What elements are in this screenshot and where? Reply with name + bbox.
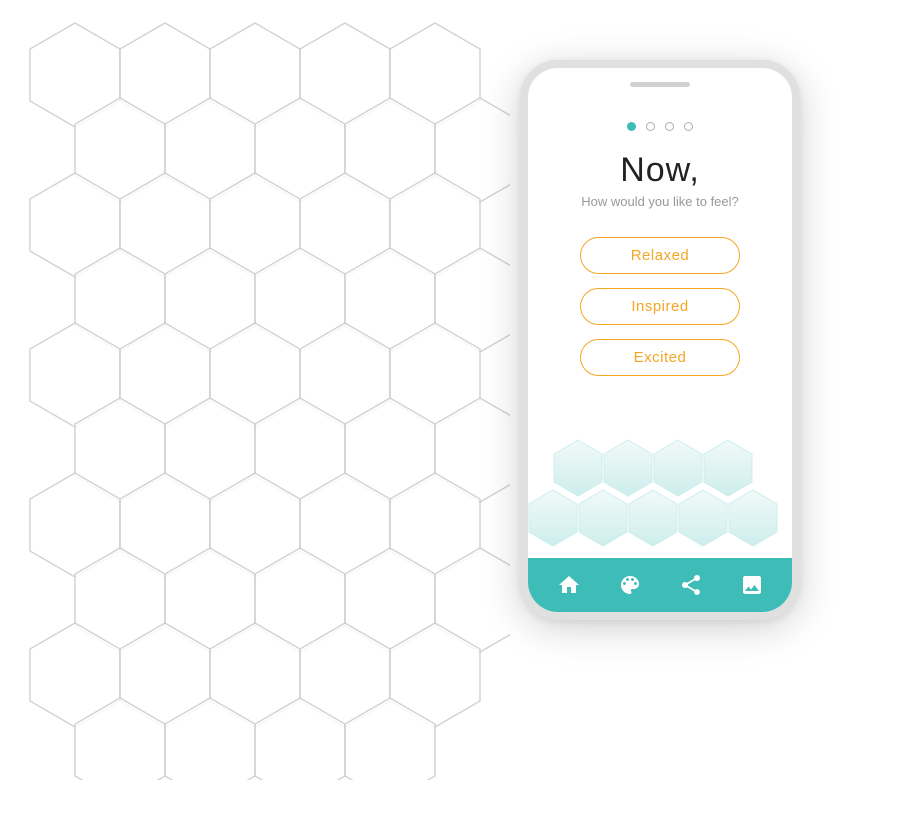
phone-mockup: Now, How would you like to feel? Relaxed… xyxy=(520,60,800,620)
dot-4 xyxy=(684,122,693,131)
tab-bar xyxy=(528,558,792,612)
home-tab[interactable] xyxy=(554,570,584,600)
image-tab[interactable] xyxy=(737,570,767,600)
palette-tab[interactable] xyxy=(615,570,645,600)
screen-hex-decoration xyxy=(528,428,792,558)
inspired-button[interactable]: Inspired xyxy=(580,288,740,325)
hex-mosaic-background xyxy=(20,20,510,785)
excited-button[interactable]: Excited xyxy=(580,339,740,376)
page-indicator xyxy=(528,104,792,141)
relaxed-button[interactable]: Relaxed xyxy=(580,237,740,274)
screen-content: Now, How would you like to feel? Relaxed… xyxy=(528,141,792,428)
screen-title: Now, xyxy=(620,151,700,190)
scene: Now, How would you like to feel? Relaxed… xyxy=(0,0,900,829)
screen-subtitle: How would you like to feel? xyxy=(581,194,739,209)
dot-2 xyxy=(646,122,655,131)
dot-3 xyxy=(665,122,674,131)
share-tab[interactable] xyxy=(676,570,706,600)
phone-body: Now, How would you like to feel? Relaxed… xyxy=(520,60,800,620)
phone-screen: Now, How would you like to feel? Relaxed… xyxy=(528,104,792,558)
dot-1 xyxy=(627,122,636,131)
